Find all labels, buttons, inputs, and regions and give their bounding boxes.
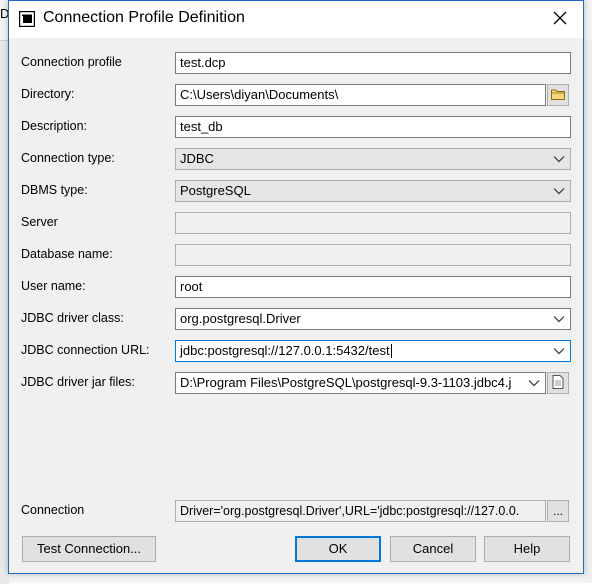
chevron-down-icon[interactable]	[552, 341, 566, 361]
jdbc-driver-jar-files-label: JDBC driver jar files:	[21, 375, 135, 389]
browse-jar-button[interactable]	[547, 372, 569, 394]
directory-label: Directory:	[21, 87, 75, 101]
browse-directory-button[interactable]	[547, 84, 569, 106]
connection-more-label: ...	[552, 504, 563, 518]
window-title: Connection Profile Definition	[43, 9, 245, 26]
server-label: Server	[21, 215, 58, 229]
close-icon	[553, 11, 567, 28]
database-name-label: Database name:	[21, 247, 113, 261]
user-name-label: User name:	[21, 279, 86, 293]
title-bar: Connection Profile Definition	[9, 1, 583, 38]
background-text: D	[0, 6, 8, 21]
chevron-down-icon	[552, 149, 566, 169]
help-button[interactable]: Help	[484, 536, 570, 562]
help-label: Help	[513, 541, 541, 556]
dbms-type-select[interactable]: PostgreSQL	[175, 180, 571, 202]
jdbc-connection-url-combo[interactable]: jdbc:postgresql://127.0.0.1:5432/test	[175, 340, 571, 362]
connection-string-value: Driver='org.postgresql.Driver',URL='jdbc…	[180, 504, 520, 518]
test-connection-label: Test Connection...	[36, 541, 142, 556]
cancel-label: Cancel	[412, 541, 454, 556]
jdbc-driver-jar-files-combo[interactable]: D:\Program Files\PostgreSQL\postgresql-9…	[175, 372, 546, 394]
jdbc-connection-url-label: JDBC connection URL:	[21, 343, 150, 357]
folder-icon	[551, 88, 565, 103]
user-name-input[interactable]: root	[175, 276, 571, 298]
chevron-down-icon	[552, 181, 566, 201]
connection-profile-value: test.dcp	[180, 55, 226, 70]
directory-input[interactable]: C:\Users\diyan\Documents\	[175, 84, 546, 106]
dbms-type-value: PostgreSQL	[180, 183, 251, 198]
chevron-down-icon[interactable]	[552, 309, 566, 329]
file-icon	[552, 374, 564, 392]
jdbc-driver-class-label: JDBC driver class:	[21, 311, 124, 325]
background-panel-right	[583, 40, 592, 583]
server-input	[175, 212, 571, 234]
description-value: test_db	[180, 119, 223, 134]
jdbc-driver-class-value: org.postgresql.Driver	[180, 311, 301, 326]
database-name-input	[175, 244, 571, 266]
ok-button[interactable]: OK	[295, 536, 381, 562]
connection-more-button[interactable]: ...	[547, 500, 569, 522]
connection-type-select[interactable]: JDBC	[175, 148, 571, 170]
close-button[interactable]	[537, 1, 583, 38]
test-connection-button[interactable]: Test Connection...	[22, 536, 156, 562]
app-icon	[18, 10, 36, 28]
jdbc-connection-url-value: jdbc:postgresql://127.0.0.1:5432/test	[180, 343, 390, 358]
connection-label: Connection	[21, 503, 85, 517]
chevron-down-icon[interactable]	[527, 373, 541, 393]
ok-label: OK	[328, 541, 348, 556]
connection-profile-label: Connection profile	[21, 55, 122, 69]
description-label: Description:	[21, 119, 87, 133]
connection-string-field: Driver='org.postgresql.Driver',URL='jdbc…	[175, 500, 546, 522]
cancel-button[interactable]: Cancel	[390, 536, 476, 562]
text-caret	[390, 344, 392, 358]
user-name-value: root	[180, 279, 203, 294]
jdbc-driver-class-combo[interactable]: org.postgresql.Driver	[175, 308, 571, 330]
connection-profile-dialog: Connection Profile Definition Connection…	[8, 0, 584, 574]
connection-type-value: JDBC	[180, 151, 214, 166]
jdbc-driver-jar-files-value: D:\Program Files\PostgreSQL\postgresql-9…	[180, 375, 512, 390]
description-input[interactable]: test_db	[175, 116, 571, 138]
connection-type-label: Connection type:	[21, 151, 115, 165]
directory-value: C:\Users\diyan\Documents\	[180, 87, 339, 102]
connection-profile-input[interactable]: test.dcp	[175, 52, 571, 74]
dbms-type-label: DBMS type:	[21, 183, 88, 197]
